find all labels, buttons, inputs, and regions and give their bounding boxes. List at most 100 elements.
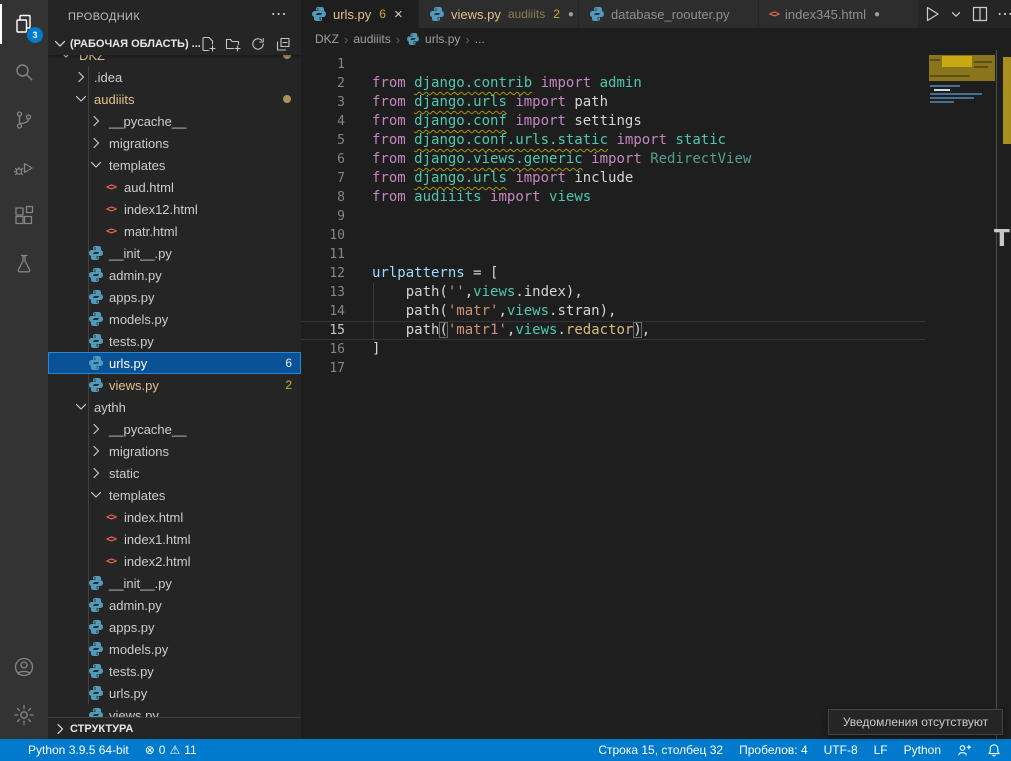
new-folder-icon[interactable] — [225, 36, 241, 52]
activity-bar-explorer[interactable]: 3 — [0, 0, 48, 48]
line-number[interactable]: 15 — [301, 322, 345, 339]
split-editor-icon[interactable] — [969, 3, 991, 25]
tree-item-urls-py[interactable]: urls.py — [48, 682, 301, 704]
line-number[interactable]: 9 — [301, 207, 345, 226]
line-content[interactable]: path('matr',views.stran), — [372, 302, 616, 321]
status-feedback[interactable] — [957, 743, 971, 757]
tree-item-index1-html[interactable]: <>index1.html — [48, 528, 301, 550]
workspace-section-header[interactable]: (РАБОЧАЯ ОБЛАСТЬ) ... — [48, 33, 301, 55]
tree-item-migrations[interactable]: migrations — [48, 132, 301, 154]
line-number[interactable]: 2 — [301, 74, 345, 93]
tab-index345-html[interactable]: <>index345.html● — [759, 0, 919, 28]
line-content[interactable]: from django.conf.urls.static import stat… — [372, 131, 726, 150]
line-content[interactable]: from django.contrib import admin — [372, 74, 642, 93]
code-line-11[interactable]: 11 — [301, 245, 925, 264]
status-cursor-position[interactable]: Строка 15, столбец 32 — [598, 743, 723, 757]
tree-item-views-py[interactable]: views.py2 — [48, 374, 301, 396]
collapse-all-icon[interactable] — [275, 36, 291, 52]
line-number[interactable]: 8 — [301, 188, 345, 207]
tree-item--pycache-[interactable]: __pycache__ — [48, 418, 301, 440]
new-file-icon[interactable] — [200, 36, 216, 52]
activity-bar-settings[interactable] — [0, 691, 48, 739]
tree-item--init-py[interactable]: __init__.py — [48, 572, 301, 594]
status-problems[interactable]: ⊗0⚠11 — [145, 743, 197, 757]
tree-item-urls-py[interactable]: urls.py6 — [48, 352, 301, 374]
tree-item-admin-py[interactable]: admin.py — [48, 264, 301, 286]
code-line-6[interactable]: 6from django.views.generic import Redire… — [301, 150, 925, 169]
sidebar-more-actions-icon[interactable]: ⋯ — [271, 4, 287, 24]
status-eol[interactable]: LF — [874, 743, 888, 757]
breadcrumb-item[interactable]: DKZ — [315, 32, 339, 46]
dirty-indicator-icon[interactable]: ● — [568, 9, 574, 20]
code-line-16[interactable]: 16] — [301, 340, 925, 359]
minimap[interactable] — [928, 53, 996, 133]
code-line-10[interactable]: 10 — [301, 226, 925, 245]
tree-item-models-py[interactable]: models.py — [48, 308, 301, 330]
status-indentation[interactable]: Пробелов: 4 — [739, 743, 808, 757]
tree-item-admin-py[interactable]: admin.py — [48, 594, 301, 616]
run-icon[interactable] — [919, 2, 943, 26]
line-content[interactable]: urlpatterns = [ — [372, 264, 498, 283]
line-number[interactable]: 4 — [301, 112, 345, 131]
tree-item-templates[interactable]: templates — [48, 484, 301, 506]
code-line-1[interactable]: 1 — [301, 55, 925, 74]
breadcrumb-item[interactable]: urls.py — [405, 31, 460, 47]
line-content[interactable]: path('',views.index), — [372, 283, 583, 302]
tree-item--idea[interactable]: .idea — [48, 66, 301, 88]
tree-item--init-py[interactable]: __init__.py — [48, 242, 301, 264]
code-line-15[interactable]: 15 path('matr1',views.redactor), — [301, 321, 925, 340]
line-number[interactable]: 11 — [301, 245, 345, 264]
line-content[interactable]: from django.urls import include — [372, 169, 633, 188]
code-line-2[interactable]: 2 from django.contrib import admin — [301, 74, 925, 93]
line-content[interactable]: ] — [372, 340, 380, 359]
line-number[interactable]: 7 — [301, 169, 345, 188]
tree-item-index12-html[interactable]: <>index12.html — [48, 198, 301, 220]
tree-item-apps-py[interactable]: apps.py — [48, 286, 301, 308]
tree-item-templates[interactable]: templates — [48, 154, 301, 176]
close-icon[interactable]: × — [394, 7, 403, 22]
tab-urls-py[interactable]: urls.py6× — [301, 0, 419, 28]
status-encoding[interactable]: UTF-8 — [824, 743, 858, 757]
activity-bar-testing[interactable] — [0, 240, 48, 288]
code-line-9[interactable]: 9 — [301, 207, 925, 226]
line-content[interactable]: from django.urls import path — [372, 93, 608, 112]
activity-bar-search[interactable] — [0, 48, 48, 96]
code-line-4[interactable]: 4 from django.conf import settings — [301, 112, 925, 131]
tree-item-index2-html[interactable]: <>index2.html — [48, 550, 301, 572]
line-content[interactable]: path('matr1',views.redactor), — [372, 322, 650, 339]
run-dropdown-icon[interactable] — [947, 5, 965, 23]
status-language[interactable]: Python — [904, 743, 941, 757]
line-number[interactable]: 14 — [301, 302, 345, 321]
line-number[interactable]: 5 — [301, 131, 345, 150]
tree-item-migrations[interactable]: migrations — [48, 440, 301, 462]
tab-views-py[interactable]: views.pyaudiiits2● — [419, 0, 579, 28]
code-line-17[interactable]: 17 — [301, 359, 925, 378]
tree-item-apps-py[interactable]: apps.py — [48, 616, 301, 638]
code-line-12[interactable]: 12 urlpatterns = [ — [301, 264, 925, 283]
code-line-13[interactable]: 13 path('',views.index), — [301, 283, 925, 302]
tree-item-static[interactable]: static — [48, 462, 301, 484]
tree-item-audiiits[interactable]: audiiits — [48, 88, 301, 110]
breadcrumb-item[interactable]: ... — [475, 32, 485, 46]
tree-item-aud-html[interactable]: <>aud.html — [48, 176, 301, 198]
line-number[interactable]: 17 — [301, 359, 345, 378]
status-notifications[interactable] — [987, 743, 1001, 757]
breadcrumb-item[interactable]: audiiits — [353, 32, 390, 46]
activity-bar-run-debug[interactable] — [0, 144, 48, 192]
line-content[interactable]: from django.conf import settings — [372, 112, 642, 131]
tree-item-index-html[interactable]: <>index.html — [48, 506, 301, 528]
line-number[interactable]: 10 — [301, 226, 345, 245]
dirty-indicator-icon[interactable]: ● — [874, 9, 880, 20]
code-line-14[interactable]: 14 path('matr',views.stran), — [301, 302, 925, 321]
code-line-5[interactable]: 5 from django.conf.urls.static import sta… — [301, 131, 925, 150]
code-line-3[interactable]: 3 from django.urls import path — [301, 93, 925, 112]
code-line-7[interactable]: 7 from django.urls import include — [301, 169, 925, 188]
outline-section-header[interactable]: СТРУКТУРА — [48, 717, 301, 739]
line-number[interactable]: 16 — [301, 340, 345, 359]
tree-item-tests-py[interactable]: tests.py — [48, 660, 301, 682]
activity-bar-extensions[interactable] — [0, 192, 48, 240]
line-number[interactable]: 3 — [301, 93, 345, 112]
activity-bar-account[interactable] — [0, 643, 48, 691]
line-content[interactable]: from django.views.generic import Redirec… — [372, 150, 751, 169]
line-number[interactable]: 12 — [301, 264, 345, 283]
